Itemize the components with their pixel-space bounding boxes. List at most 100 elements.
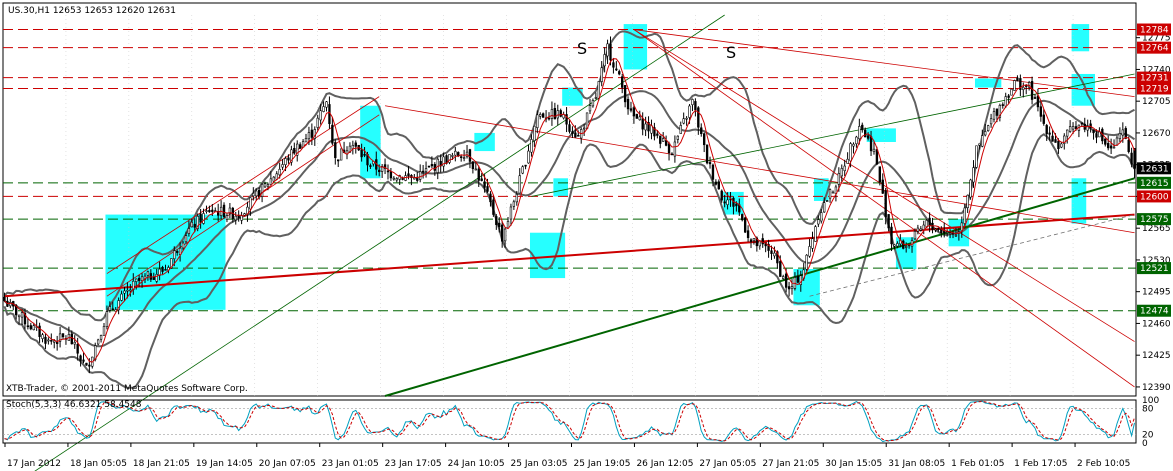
- candle-body[interactable]: [928, 217, 931, 227]
- candle-body[interactable]: [966, 194, 969, 208]
- candle-body[interactable]: [459, 156, 463, 158]
- candle-body[interactable]: [304, 138, 308, 143]
- candle-body[interactable]: [1127, 139, 1130, 152]
- candle-body[interactable]: [995, 108, 999, 116]
- candle-body[interactable]: [135, 278, 138, 282]
- candle-body[interactable]: [419, 171, 422, 180]
- candle-body[interactable]: [278, 168, 281, 176]
- candle-body[interactable]: [378, 169, 381, 173]
- candle-body[interactable]: [866, 135, 870, 139]
- candle-body[interactable]: [111, 308, 114, 311]
- candle-body[interactable]: [82, 359, 85, 362]
- candle-body[interactable]: [363, 154, 366, 156]
- candle-body[interactable]: [884, 190, 887, 218]
- candle-body[interactable]: [597, 81, 600, 99]
- candle-body[interactable]: [708, 162, 712, 165]
- candle-body[interactable]: [705, 144, 709, 164]
- candle-body[interactable]: [1030, 81, 1034, 100]
- candle-body[interactable]: [711, 164, 715, 180]
- candle-body[interactable]: [749, 239, 753, 242]
- candle-body[interactable]: [495, 216, 498, 225]
- candle-body[interactable]: [685, 117, 688, 120]
- candle-body[interactable]: [498, 222, 501, 228]
- candle-body[interactable]: [222, 204, 226, 218]
- candle-body[interactable]: [181, 242, 185, 249]
- candle-body[interactable]: [1057, 140, 1060, 149]
- candle-body[interactable]: [623, 85, 627, 103]
- candle-body[interactable]: [354, 142, 357, 147]
- candle-body[interactable]: [1115, 137, 1119, 146]
- candle-body[interactable]: [735, 203, 738, 207]
- candle-body[interactable]: [454, 150, 457, 156]
- candle-body[interactable]: [1048, 132, 1051, 135]
- candle-body[interactable]: [773, 252, 776, 257]
- candle-body[interactable]: [211, 209, 214, 212]
- candle-body[interactable]: [395, 178, 398, 181]
- candle-body[interactable]: [574, 132, 577, 138]
- candle-body[interactable]: [44, 336, 47, 344]
- candle-body[interactable]: [243, 213, 246, 216]
- candle-body[interactable]: [1121, 129, 1125, 136]
- candle-body[interactable]: [626, 98, 630, 110]
- candle-body[interactable]: [120, 293, 123, 301]
- candle-body[interactable]: [1042, 114, 1045, 124]
- candle-body[interactable]: [1051, 135, 1054, 142]
- candle-body[interactable]: [609, 43, 612, 61]
- candle-body[interactable]: [88, 364, 91, 367]
- candle-body[interactable]: [945, 231, 949, 234]
- candle-body[interactable]: [825, 200, 829, 202]
- candle-body[interactable]: [50, 340, 53, 342]
- candle-body[interactable]: [975, 145, 978, 168]
- candle-body[interactable]: [881, 179, 884, 194]
- candle-body[interactable]: [284, 158, 287, 165]
- candle-body[interactable]: [480, 178, 483, 181]
- candle-body[interactable]: [670, 153, 674, 156]
- candle-body[interactable]: [875, 149, 879, 165]
- candle-body[interactable]: [1095, 133, 1098, 138]
- candle-body[interactable]: [635, 113, 639, 119]
- candle-body[interactable]: [890, 226, 893, 245]
- candle-body[interactable]: [779, 261, 782, 277]
- candle-body[interactable]: [682, 118, 685, 124]
- candle-body[interactable]: [1109, 145, 1113, 149]
- candle-body[interactable]: [260, 183, 264, 197]
- candle-body[interactable]: [96, 339, 100, 345]
- candle-body[interactable]: [547, 117, 551, 120]
- candle-body[interactable]: [187, 228, 191, 234]
- candle-body[interactable]: [644, 123, 647, 131]
- candle-body[interactable]: [852, 143, 855, 147]
- candle-body[interactable]: [184, 235, 188, 243]
- candle-body[interactable]: [615, 68, 618, 71]
- candle-body[interactable]: [149, 273, 153, 280]
- candle-body[interactable]: [477, 168, 480, 181]
- candle-body[interactable]: [486, 186, 489, 192]
- candle-body[interactable]: [392, 177, 396, 180]
- candle-body[interactable]: [225, 215, 229, 220]
- candle-body[interactable]: [1104, 138, 1107, 145]
- candle-body[interactable]: [451, 155, 454, 157]
- candle-body[interactable]: [190, 221, 194, 228]
- candle-body[interactable]: [1033, 97, 1037, 99]
- candle-body[interactable]: [47, 339, 50, 342]
- candle-body[interactable]: [603, 54, 606, 67]
- candle-body[interactable]: [746, 230, 750, 239]
- candle-body[interactable]: [984, 131, 987, 136]
- candle-body[interactable]: [1022, 86, 1025, 90]
- candle-body[interactable]: [872, 148, 876, 152]
- candle-body[interactable]: [389, 171, 393, 179]
- candle-body[interactable]: [723, 201, 726, 204]
- candle-body[interactable]: [331, 124, 334, 144]
- candle-body[interactable]: [1133, 148, 1136, 169]
- candle-body[interactable]: [600, 67, 603, 82]
- candle-body[interactable]: [659, 135, 662, 144]
- candle-body[interactable]: [559, 110, 562, 117]
- candle-body[interactable]: [1107, 143, 1110, 149]
- candle-body[interactable]: [471, 161, 475, 170]
- candle-body[interactable]: [85, 362, 88, 366]
- candle-body[interactable]: [808, 246, 811, 257]
- candle-body[interactable]: [536, 114, 539, 128]
- candle-body[interactable]: [702, 133, 706, 146]
- candle-body[interactable]: [205, 210, 208, 212]
- candle-body[interactable]: [102, 326, 106, 336]
- candle-body[interactable]: [887, 214, 890, 229]
